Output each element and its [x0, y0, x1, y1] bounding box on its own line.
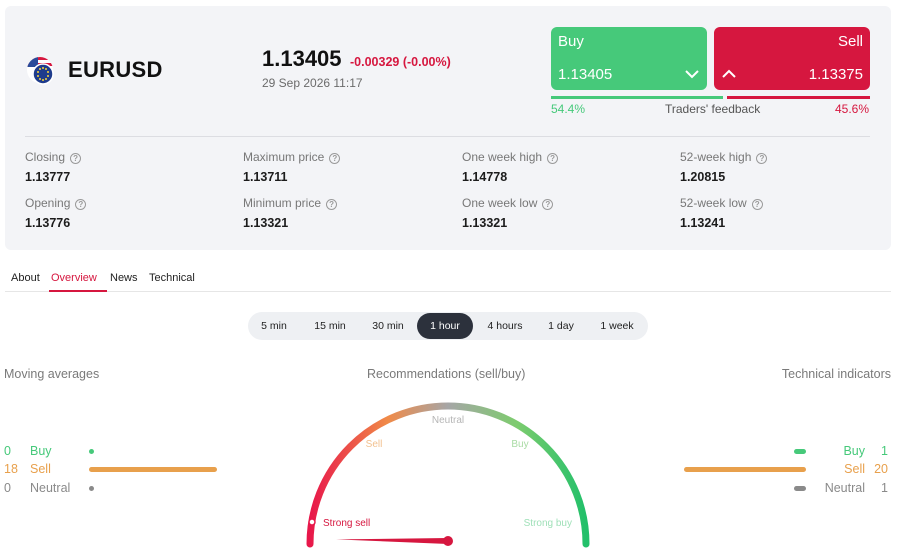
sell-button[interactable]: Sell 1.13375 [714, 27, 870, 90]
help-icon[interactable]: ? [547, 153, 559, 164]
stat-52-week-high-value: 1.20815 [680, 170, 726, 184]
chevron-down-icon [685, 70, 699, 79]
traders-feedback-sell-bar [727, 96, 870, 99]
help-icon[interactable]: ? [70, 153, 82, 164]
help-icon[interactable]: ? [326, 199, 338, 210]
help-icon[interactable]: ? [329, 153, 341, 164]
recommendations-title: Recommendations (sell/buy) [367, 367, 526, 381]
instrument-symbol: EURUSD [68, 57, 163, 82]
stat-one-week-high-value: 1.14778 [462, 170, 508, 184]
ma-sell-count: 18 [4, 462, 18, 476]
gauge-pivot [443, 536, 453, 546]
ma-neutral-label: Neutral [30, 481, 71, 495]
stat-maximum-price-label: Maximum price? [243, 150, 341, 164]
ti-neutral-count: 1 [881, 481, 888, 495]
ma-sell-bar [89, 467, 217, 472]
stat-one-week-high-label: One week high? [462, 150, 559, 164]
stat-52-week-low-value: 1.13241 [680, 216, 726, 230]
tab-overview[interactable]: Overview [51, 272, 97, 284]
ti-sell-label: Sell [844, 462, 865, 476]
tab-news[interactable]: News [110, 272, 138, 284]
tab-technical[interactable]: Technical [149, 272, 195, 284]
traders-feedback-sell-percent: 45.6% [834, 102, 869, 116]
ti-buy-count: 1 [881, 444, 888, 458]
help-icon[interactable]: ? [75, 199, 87, 210]
buy-button-price: 1.13405 [558, 66, 613, 83]
recommendation-gauge: Neutral Sell Buy Strong sell Strong buy [306, 402, 590, 548]
moving-averages-title: Moving averages [4, 367, 100, 381]
ti-buy-bar [794, 449, 806, 454]
sell-button-label: Sell [837, 33, 863, 50]
timeframe-5min[interactable]: 5 min [253, 313, 295, 339]
buy-button-label: Buy [558, 33, 584, 50]
section-tabs: About Overview News Technical [5, 268, 891, 292]
sell-button-price: 1.13375 [808, 66, 863, 83]
stat-maximum-price-value: 1.13711 [243, 170, 288, 184]
eu-us-flag-icon [27, 57, 54, 85]
ma-buy-count: 0 [4, 444, 11, 458]
gauge-label-sell: Sell [366, 439, 383, 450]
gauge-marker-strong-sell [308, 518, 316, 526]
ti-sell-count: 20 [874, 462, 888, 476]
traders-feedback-buy-percent: 54.4% [551, 102, 586, 116]
gauge-label-strong-sell: Strong sell [323, 518, 370, 529]
ma-buy-bar [89, 449, 94, 454]
stat-minimum-price-value: 1.13321 [243, 216, 289, 230]
gauge-needle [336, 538, 448, 544]
timeframe-15min[interactable]: 15 min [306, 313, 354, 339]
ti-sell-bar [684, 467, 806, 472]
help-icon[interactable]: ? [756, 153, 768, 164]
stat-minimum-price-label: Minimum price? [243, 196, 338, 210]
ma-buy-label: Buy [30, 444, 52, 458]
stat-52-week-low-label: 52-week low? [680, 196, 763, 210]
traders-feedback-label: Traders' feedback [665, 102, 761, 116]
price-timestamp: 29 Sep 2026 11:17 [262, 76, 363, 90]
buy-button[interactable]: Buy 1.13405 [551, 27, 707, 90]
help-icon[interactable]: ? [751, 199, 763, 210]
price-change: -0.00329 (-0.00%) [350, 55, 451, 69]
traders-feedback-buy-bar [551, 96, 723, 99]
stat-opening-label: Opening? [25, 196, 87, 210]
active-tab-indicator [49, 290, 107, 292]
ma-neutral-bar [89, 486, 94, 491]
card-divider [25, 136, 870, 137]
stat-52-week-high-label: 52-week high? [680, 150, 768, 164]
stat-one-week-low-value: 1.13321 [462, 216, 508, 230]
stat-one-week-low-label: One week low? [462, 196, 554, 210]
ti-buy-label: Buy [843, 444, 865, 458]
ti-neutral-label: Neutral [824, 481, 865, 495]
current-price: 1.13405 [262, 46, 342, 71]
stat-closing-label: Closing? [25, 150, 82, 164]
gauge-label-buy: Buy [511, 439, 528, 450]
ma-neutral-count: 0 [4, 481, 11, 495]
help-icon[interactable]: ? [542, 199, 554, 210]
timeframe-4hours[interactable]: 4 hours [480, 313, 530, 339]
timeframe-selector: 5 min 15 min 30 min 1 hour 4 hours 1 day… [248, 312, 648, 340]
tab-about[interactable]: About [11, 272, 40, 284]
ma-sell-label: Sell [30, 462, 51, 476]
timeframe-30min[interactable]: 30 min [365, 313, 411, 339]
stat-closing-value: 1.13777 [25, 170, 71, 184]
timeframe-1day[interactable]: 1 day [541, 313, 581, 339]
stat-opening-value: 1.13776 [25, 216, 71, 230]
ti-neutral-bar [794, 486, 806, 491]
gauge-label-strong-buy: Strong buy [524, 518, 572, 529]
gauge-label-neutral: Neutral [432, 415, 464, 426]
chevron-up-icon [722, 69, 736, 78]
timeframe-1hour[interactable]: 1 hour [417, 313, 473, 339]
technical-indicators-title: Technical indicators [781, 367, 891, 381]
timeframe-1week[interactable]: 1 week [593, 313, 641, 339]
